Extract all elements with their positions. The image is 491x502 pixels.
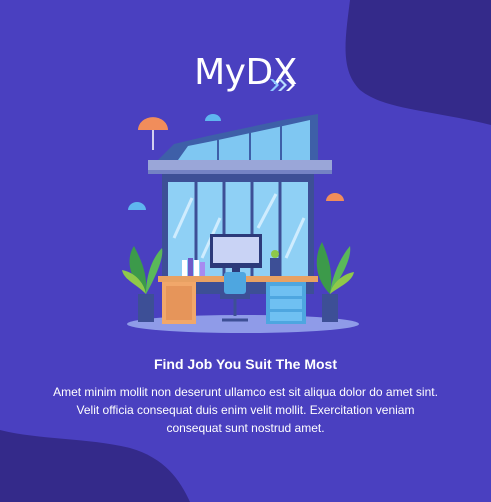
plant-left <box>122 246 163 322</box>
plant-right <box>316 242 354 322</box>
umbrella-small-top <box>205 114 221 121</box>
brand-logo: MyDX <box>0 38 491 98</box>
onboarding-description: Amet minim mollit non deserunt ullamco e… <box>53 385 438 435</box>
office-workspace-illustration <box>122 114 359 333</box>
bottom-left-blob <box>0 430 190 502</box>
triple-chevron-right-icon <box>270 79 295 91</box>
umbrella-left-mid <box>128 202 146 210</box>
office-chair <box>220 272 250 322</box>
onboarding-title: Find Job You Suit The Most <box>153 356 338 372</box>
umbrella-left-top <box>138 117 168 150</box>
umbrella-right-mid <box>326 193 344 201</box>
onboarding-screen: MyDX Find Job You Suit The Most Amet min… <box>0 0 491 502</box>
